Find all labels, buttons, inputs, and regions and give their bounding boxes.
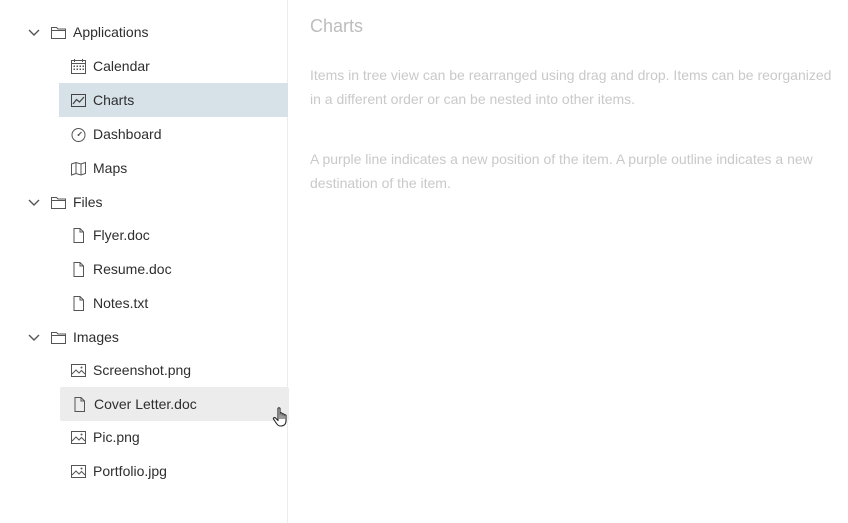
tree-folder-label: Files bbox=[73, 194, 103, 210]
tree-item-pic[interactable]: Pic.png bbox=[59, 420, 288, 454]
tree-item-label: Notes.txt bbox=[93, 295, 149, 311]
tree-folder-label: Images bbox=[73, 329, 119, 345]
file-icon bbox=[70, 295, 87, 312]
tree-item-screenshot[interactable]: Screenshot.png bbox=[59, 353, 288, 387]
map-icon bbox=[70, 160, 87, 177]
page-title: Charts bbox=[310, 16, 364, 36]
tree-item-notes[interactable]: Notes.txt bbox=[59, 286, 288, 320]
dashboard-icon bbox=[70, 126, 87, 143]
tree-item-resume[interactable]: Resume.doc bbox=[59, 252, 288, 286]
folder-icon bbox=[50, 329, 67, 346]
tree-item-flyer[interactable]: Flyer.doc bbox=[59, 218, 288, 252]
tree-item-calendar[interactable]: Calendar bbox=[59, 49, 288, 83]
chevron-down-icon[interactable] bbox=[26, 24, 42, 40]
file-icon bbox=[71, 396, 88, 413]
tree-folder-files[interactable]: Files bbox=[24, 185, 288, 219]
tree-item-label: Resume.doc bbox=[93, 261, 172, 277]
calendar-icon bbox=[70, 58, 87, 75]
tree-folder-label: Applications bbox=[73, 24, 149, 40]
file-icon bbox=[70, 261, 87, 278]
image-icon bbox=[70, 429, 87, 446]
description-paragraph: Items in tree view can be rearranged usi… bbox=[310, 67, 832, 107]
folder-icon bbox=[50, 194, 67, 211]
tree-item-label: Dashboard bbox=[93, 126, 162, 142]
tree-item-label: Charts bbox=[93, 92, 135, 108]
file-icon bbox=[70, 227, 87, 244]
tree-item-charts[interactable]: Charts bbox=[59, 83, 288, 117]
tree-item-portfolio[interactable]: Portfolio.jpg bbox=[59, 454, 288, 488]
image-icon bbox=[70, 463, 87, 480]
tree-item-label: Portfolio.jpg bbox=[93, 463, 167, 479]
tree-folder-applications[interactable]: Applications bbox=[24, 15, 288, 49]
tree-item-label: Screenshot.png bbox=[93, 362, 192, 378]
description-paragraph: A purple line indicates a new position o… bbox=[310, 151, 813, 191]
tree-item-dashboard[interactable]: Dashboard bbox=[59, 117, 288, 151]
chevron-down-icon[interactable] bbox=[26, 329, 42, 345]
hand-cursor-icon bbox=[271, 405, 293, 429]
tree-item-label: Maps bbox=[93, 160, 128, 176]
tree-folder-images[interactable]: Images bbox=[24, 320, 288, 354]
image-icon bbox=[70, 362, 87, 379]
chevron-down-icon[interactable] bbox=[26, 194, 42, 210]
tree-item-label: Flyer.doc bbox=[93, 227, 150, 243]
tree-item-label: Cover Letter.doc bbox=[94, 396, 197, 412]
folder-icon bbox=[50, 24, 67, 41]
tree-item-label: Pic.png bbox=[93, 429, 140, 445]
tree-item-label: Calendar bbox=[93, 58, 150, 74]
chart-icon bbox=[70, 92, 87, 109]
tree-item-cover-letter[interactable]: Cover Letter.doc bbox=[60, 387, 289, 421]
tree-view: Applications Calendar Charts Dashboard M… bbox=[0, 0, 289, 523]
tree-item-maps[interactable]: Maps bbox=[59, 151, 288, 185]
